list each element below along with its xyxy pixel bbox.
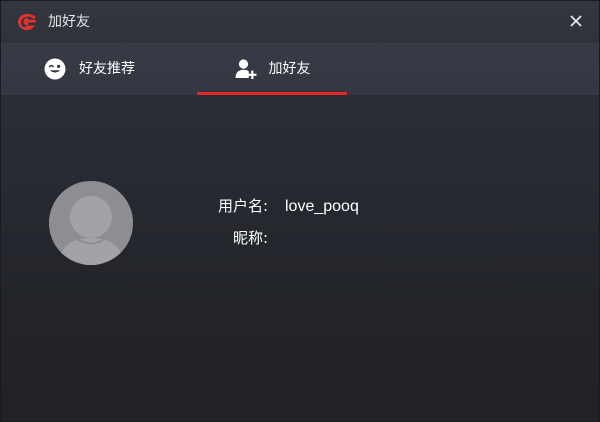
tab-add-friend-label: 加好友 xyxy=(268,61,311,77)
window-title: 加好友 xyxy=(48,14,90,30)
title-bar[interactable]: 加好友 xyxy=(1,1,599,43)
avatar xyxy=(49,181,133,265)
username-value: love_pooq xyxy=(285,198,359,215)
add-user-icon xyxy=(235,59,256,79)
nickname-label: 昵称: xyxy=(232,229,268,247)
nickname-row: 昵称: xyxy=(191,227,571,249)
default-avatar-icon xyxy=(49,181,133,265)
tab-friend-recommend-label: 好友推荐 xyxy=(79,61,135,77)
close-icon[interactable] xyxy=(567,12,585,30)
username-label: 用户名: xyxy=(217,197,268,215)
tab-friend-recommend[interactable]: 好友推荐 xyxy=(43,43,193,95)
username-row: 用户名: love_pooq xyxy=(191,195,571,217)
add-friend-window: 加好友 好友推荐 加好友 用户名: love_pooq 昵称: xyxy=(0,0,600,422)
tab-add-friend[interactable]: 加好友 xyxy=(197,43,347,95)
tab-bar: 好友推荐 加好友 xyxy=(1,43,599,96)
garena-logo-icon xyxy=(18,14,36,30)
wink-smiley-icon xyxy=(44,58,66,80)
